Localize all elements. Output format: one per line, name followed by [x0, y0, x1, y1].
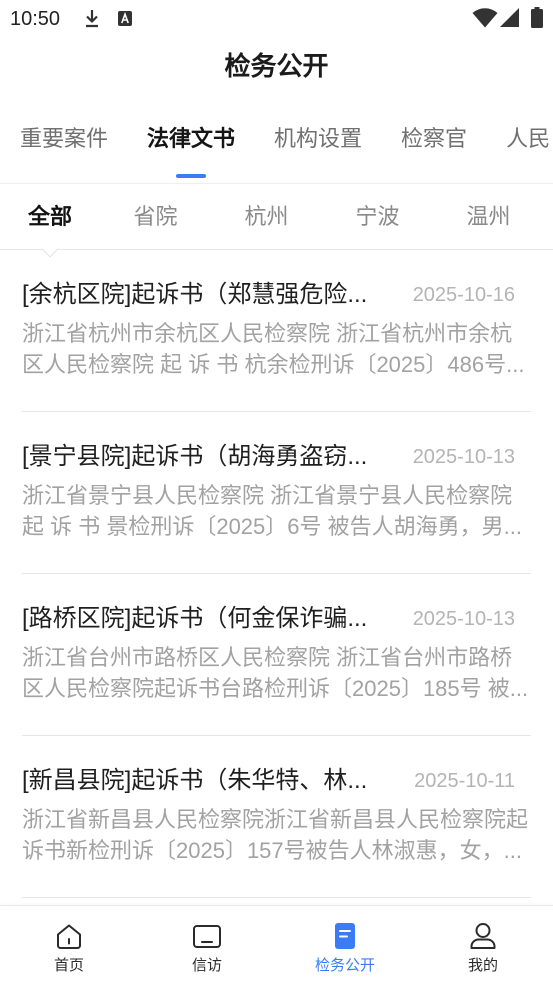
tab-important-cases[interactable]: 重要案件 — [20, 94, 108, 183]
nav-home[interactable]: 首页 — [0, 906, 138, 984]
tab-people[interactable]: 人民 — [506, 94, 550, 183]
category-tabs: 重要案件 法律文书 机构设置 检察官 人民 — [0, 94, 553, 184]
document-summary: 浙江省新昌县人民检察院浙江省新昌县人民检察院起 诉书新检刑诉〔2025〕157号… — [22, 804, 531, 866]
document-date: 2025-10-13 — [412, 608, 515, 630]
document-list: [余杭区院]起诉书（郑慧强危险... 2025-10-16 浙江省杭州市余杭区人… — [22, 250, 531, 905]
nav-petition-label: 信访 — [191, 957, 222, 974]
document-header: [景宁县院]起诉书（胡海勇盗窃... 2025-10-13 — [22, 442, 531, 472]
signal-icon — [500, 8, 519, 27]
nav-petition[interactable]: 信访 — [138, 906, 276, 984]
tab-label: 人民 — [506, 126, 551, 151]
bottom-nav: 首页 信访 检务公开 我的 — [0, 905, 553, 984]
document-date: 2025-10-13 — [412, 446, 515, 468]
subtab-all[interactable]: 全部 — [0, 184, 100, 249]
header: 检务公开 — [0, 38, 553, 94]
summary-line: 起 诉 书 景检刑诉〔2025〕6号 被告人胡海勇，男... — [22, 514, 522, 539]
document-header: [路桥区院]起诉书（何金保诈骗... 2025-10-13 — [22, 604, 531, 634]
subtab-ningbo[interactable]: 宁波 — [322, 184, 433, 249]
document-title: [余杭区院]起诉书（郑慧强危险... — [22, 281, 368, 308]
document-title: [景宁县院]起诉书（胡海勇盗窃... — [22, 443, 368, 470]
document-icon — [329, 920, 361, 952]
status-time: 10:50 — [10, 8, 61, 30]
document-item[interactable]: [景宁县院]起诉书（胡海勇盗窃... 2025-10-13 浙江省景宁县人民检察… — [22, 412, 531, 574]
nav-prosecution-affairs-label: 检务公开 — [314, 957, 375, 974]
document-item[interactable]: [余杭区院]起诉书（郑慧强危险... 2025-10-16 浙江省杭州市余杭区人… — [22, 250, 531, 412]
wifi-icon — [472, 8, 498, 28]
document-item[interactable]: [路桥区院]起诉书（何金保诈骗... 2025-10-13 浙江省台州市路桥区人… — [22, 574, 531, 736]
nav-prosecution-affairs[interactable]: 检务公开 — [276, 906, 414, 984]
tab-label: 重要案件 — [20, 126, 109, 151]
document-summary: 浙江省杭州市余杭区人民检察院 浙江省杭州市余杭 区人民检察院 起 诉 书 杭余检… — [22, 318, 531, 380]
summary-line: 区人民检察院 起 诉 书 杭余检刑诉〔2025〕486号... — [22, 352, 525, 377]
region-filter-tabs: 全部 省院 杭州 宁波 温州 — [0, 184, 553, 250]
petition-icon — [191, 920, 223, 952]
summary-line: 浙江省台州市路桥区人民检察院 浙江省台州市路桥 — [22, 645, 513, 670]
summary-line: 浙江省新昌县人民检察院浙江省新昌县人民检察院起 — [22, 807, 529, 832]
download-icon — [84, 8, 100, 28]
tab-label: 检察官 — [401, 126, 468, 151]
subtab-province[interactable]: 省院 — [100, 184, 211, 249]
tab-label: 法律文书 — [147, 126, 236, 151]
tab-legal-documents[interactable]: 法律文书 — [147, 94, 235, 183]
nav-home-label: 首页 — [53, 957, 84, 974]
document-summary: 浙江省台州市路桥区人民检察院 浙江省台州市路桥 区人民检察院起诉书台路检刑诉〔2… — [22, 642, 531, 704]
document-header: [余杭区院]起诉书（郑慧强危险... 2025-10-16 — [22, 280, 531, 310]
summary-line: 诉书新检刑诉〔2025〕157号被告人林淑惠，女，... — [22, 838, 522, 863]
summary-line: 浙江省景宁县人民检察院 浙江省景宁县人民检察院 — [22, 483, 513, 508]
tab-prosecutors[interactable]: 检察官 — [401, 94, 467, 183]
status-bar: 10:50 — [0, 0, 553, 38]
home-icon — [53, 920, 85, 952]
subtab-wenzhou[interactable]: 温州 — [433, 184, 544, 249]
summary-line: 浙江省杭州市余杭区人民检察院 浙江省杭州市余杭 — [22, 321, 513, 346]
user-icon — [467, 920, 499, 952]
document-item[interactable]: [新昌县院]起诉书（朱华特、林... 2025-10-11 浙江省新昌县人民检察… — [22, 736, 531, 898]
nav-profile-label: 我的 — [467, 957, 498, 974]
tab-label: 机构设置 — [274, 126, 363, 151]
tab-indicator — [176, 174, 207, 178]
subtab-hangzhou[interactable]: 杭州 — [211, 184, 322, 249]
document-summary: 浙江省景宁县人民检察院 浙江省景宁县人民检察院 起 诉 书 景检刑诉〔2025〕… — [22, 480, 531, 542]
page-title: 检务公开 — [224, 51, 329, 81]
document-date: 2025-10-11 — [414, 770, 515, 792]
a-notification-icon — [118, 11, 132, 26]
document-title: [新昌县院]起诉书（朱华特、林... — [22, 767, 368, 794]
tab-organization[interactable]: 机构设置 — [274, 94, 362, 183]
battery-icon — [531, 7, 543, 28]
nav-profile[interactable]: 我的 — [414, 906, 552, 984]
document-header: [新昌县院]起诉书（朱华特、林... 2025-10-11 — [22, 766, 531, 796]
document-title: [路桥区院]起诉书（何金保诈骗... — [22, 605, 368, 632]
document-date: 2025-10-16 — [412, 284, 515, 306]
summary-line: 区人民检察院起诉书台路检刑诉〔2025〕185号 被... — [22, 676, 529, 701]
